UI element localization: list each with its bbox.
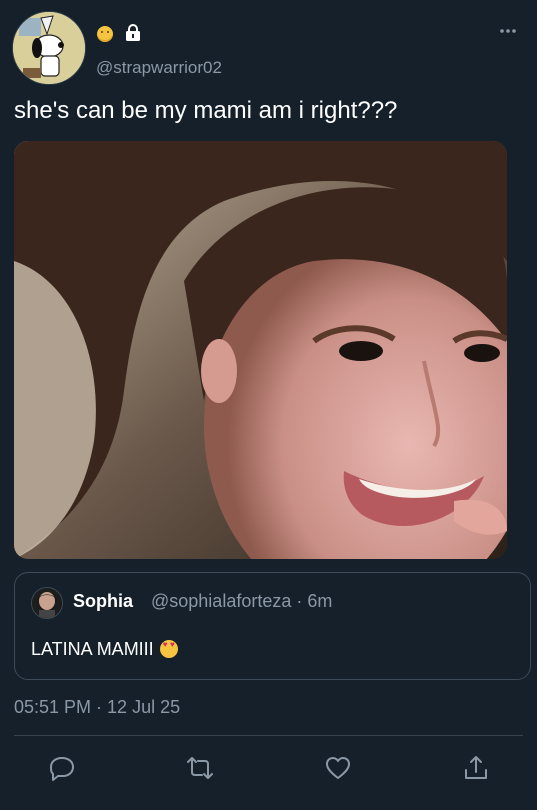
like-icon[interactable] <box>324 754 352 782</box>
tweet-photo[interactable] <box>14 141 507 559</box>
reply-icon[interactable] <box>48 754 76 782</box>
author-handle[interactable]: @strapwarrior02 <box>96 58 222 78</box>
quoted-tweet[interactable]: Sophia @sophialaforteza · 6m LATINA MAMI… <box>14 572 531 680</box>
snoopy-avatar-icon <box>13 12 85 84</box>
status-emoji-icon <box>97 26 113 42</box>
tweet-timestamp[interactable]: 05:51 PM · 12 Jul 25 <box>14 697 180 718</box>
tweet-text: she's can be my mami am i right??? <box>14 97 398 124</box>
heart-eyes-emoji-icon <box>159 640 178 658</box>
action-bar <box>0 750 537 790</box>
quoted-text-line: LATINA MAMIII <box>31 639 178 660</box>
share-icon[interactable] <box>462 754 490 782</box>
tweet-header: @strapwarrior02 <box>0 0 537 90</box>
quoted-text: LATINA MAMIII <box>31 639 154 659</box>
divider <box>14 735 523 736</box>
quoted-author-avatar[interactable] <box>31 587 63 619</box>
photo-image <box>14 141 507 559</box>
quoted-author-name[interactable]: Sophia <box>73 591 133 612</box>
more-icon[interactable] <box>499 28 517 34</box>
quoted-avatar-icon <box>32 588 62 618</box>
author-avatar[interactable] <box>12 11 86 85</box>
retweet-icon[interactable] <box>186 754 214 782</box>
quoted-handle-time[interactable]: @sophialaforteza · 6m <box>151 591 332 612</box>
lock-icon <box>126 24 140 41</box>
